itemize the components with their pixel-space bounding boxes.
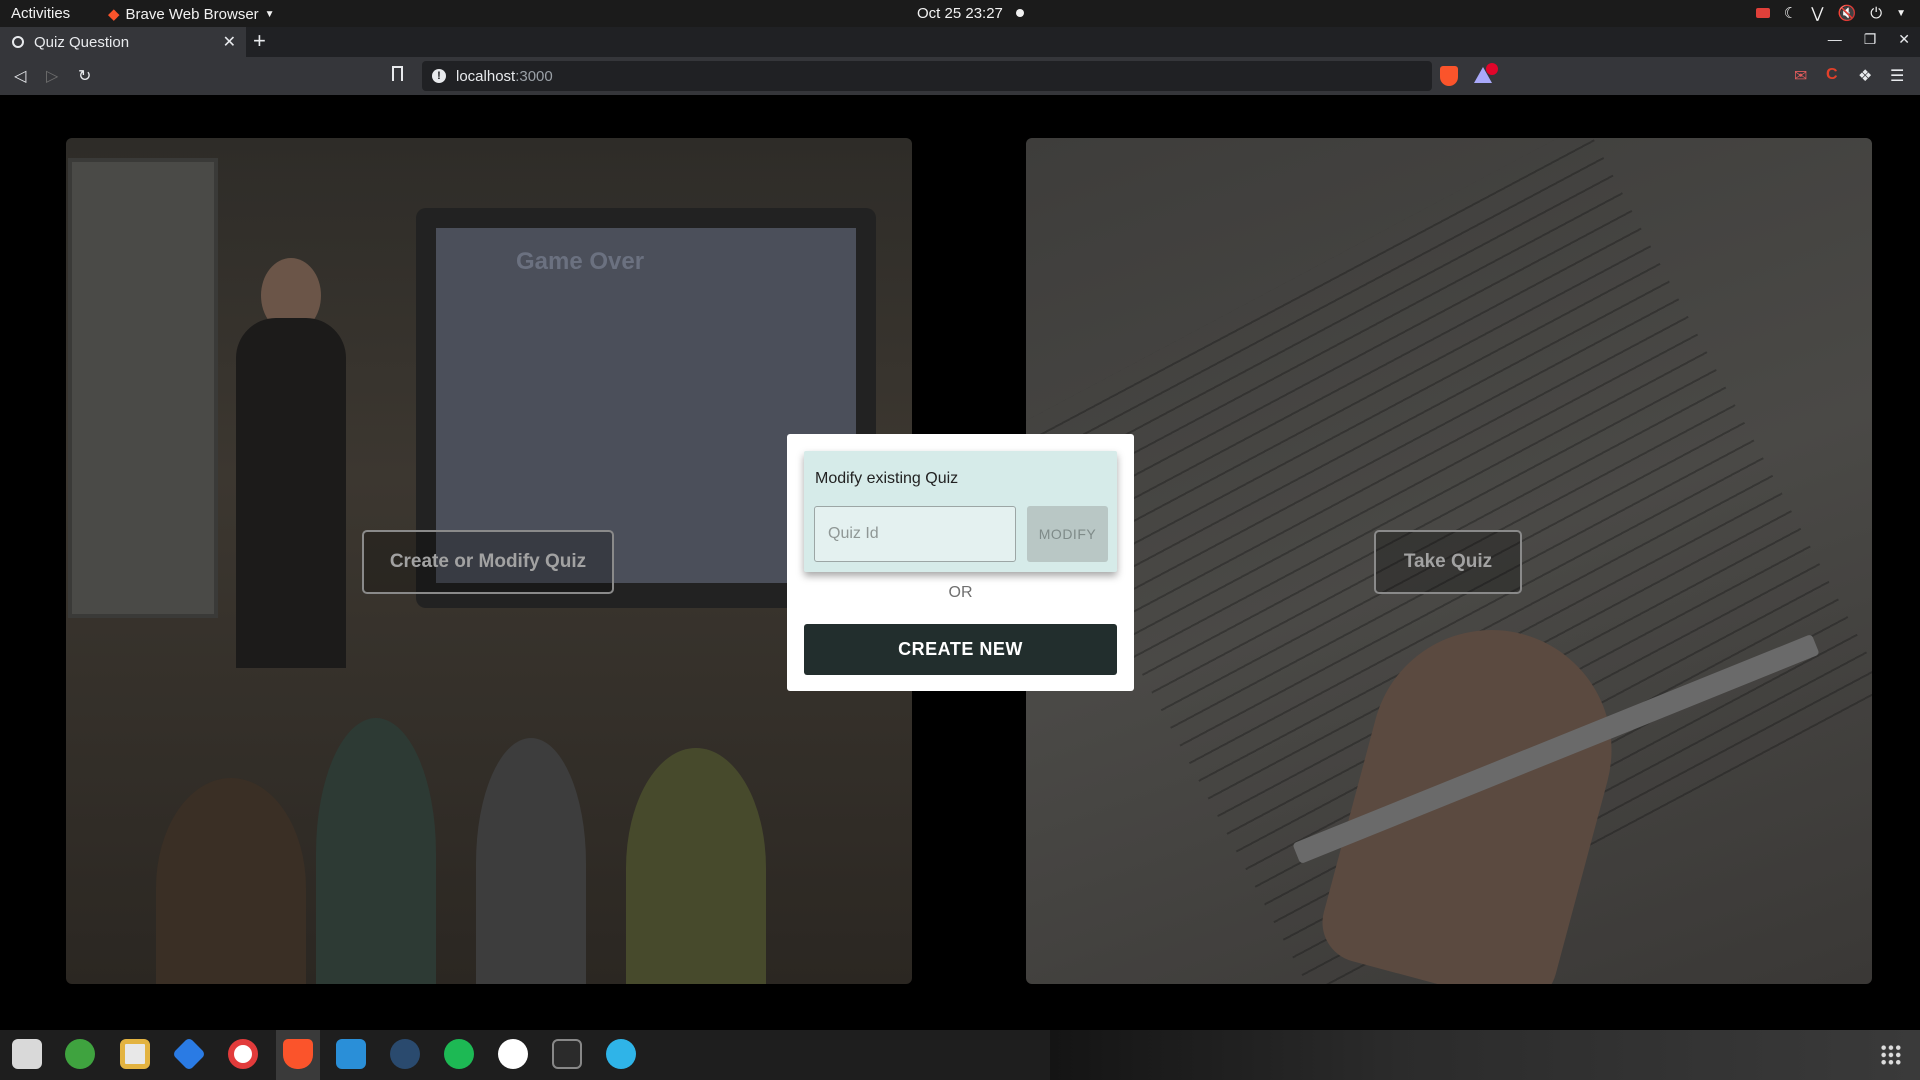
modify-quiz-card: Modify existing Quiz MODIFY [804,451,1117,572]
desktop-wallpaper [1050,1030,1920,1080]
settings-icon[interactable] [606,1039,636,1069]
rewards-badge [1486,63,1498,75]
create-new-button[interactable]: CREATE NEW [804,624,1117,675]
modify-button[interactable]: MODIFY [1027,506,1108,562]
show-apps-grid-icon[interactable] [1880,1044,1902,1066]
quiz-modal: Modify existing Quiz MODIFY OR CREATE NE… [787,434,1134,691]
extension-c-icon[interactable]: C [1826,66,1838,84]
restore-icon[interactable]: ❐ [1864,31,1877,48]
brave-rewards-icon[interactable] [1474,63,1498,83]
menu-icon[interactable]: ☰ [1890,66,1904,86]
network-icon[interactable]: ⋁ [1811,4,1823,22]
student-image [476,738,586,984]
browser-toolbar: ◁ ▷ ↻ ! localhost:3000 ✉ C ❖ ☰ [0,57,1920,95]
forward-icon[interactable]: ▷ [46,66,58,86]
address-bar[interactable]: ! localhost:3000 [422,61,1432,91]
terminal-icon[interactable] [552,1039,582,1069]
screen-game-over-text: Game Over [516,248,645,275]
globe-icon [12,36,24,48]
help-icon[interactable] [228,1039,258,1069]
files-icon[interactable] [12,1039,42,1069]
window-controls: — ❐ ✕ [1828,31,1910,48]
create-modify-panel[interactable]: Game Over Create or Modify Quiz [66,138,912,984]
modify-quiz-title: Modify existing Quiz [815,470,959,487]
teacher-figure-image [236,318,346,668]
volume-icon[interactable]: 🔇 [1838,4,1857,22]
extension-mail-icon[interactable]: ✉ [1794,66,1807,86]
url-port: :3000 [515,67,553,85]
site-info-icon[interactable]: ! [432,69,446,83]
brave-shields-icon[interactable] [1440,66,1458,86]
caret-down-icon: ▼ [264,8,275,20]
minimize-icon[interactable]: — [1828,31,1842,48]
app-menu[interactable]: ◆ Brave Web Browser ▼ [108,5,275,24]
take-quiz-panel[interactable]: Take Quiz [1026,138,1872,984]
tab-title: Quiz Question [34,33,130,51]
student-image [626,748,766,984]
activities-button[interactable]: Activities [11,5,70,22]
new-tab-button[interactable]: + [253,28,266,54]
app-menu-label: Brave Web Browser [125,5,259,23]
student-image [316,718,436,984]
vpn-icon[interactable] [172,1037,206,1071]
system-tray[interactable]: ☾ ⋁ 🔇 ⏻ ▼ [1755,4,1906,22]
brave-lion-icon: ◆ [108,6,120,23]
tab-bar: Quiz Question ✕ + — ❐ ✕ [0,27,1920,57]
notification-dot-icon [1016,9,1024,17]
create-or-modify-quiz-button[interactable]: Create or Modify Quiz [362,530,614,594]
clock[interactable]: Oct 25 23:27 [917,5,1003,22]
reload-icon[interactable]: ↻ [78,66,91,86]
vscode-icon[interactable] [336,1039,366,1069]
spotify-icon[interactable] [444,1039,474,1069]
night-light-icon[interactable]: ☾ [1784,4,1797,22]
take-quiz-button[interactable]: Take Quiz [1374,530,1522,594]
chevron-down-icon[interactable]: ▼ [1896,8,1906,19]
url-host: localhost [456,67,516,85]
taskbar-dock [0,1030,1920,1080]
bookmark-icon[interactable] [392,66,403,81]
extensions-puzzle-icon[interactable]: ❖ [1858,66,1872,86]
mongodb-icon[interactable] [498,1039,528,1069]
student-image [156,778,306,984]
screen-record-icon[interactable] [1755,8,1770,18]
utorrent-icon[interactable] [65,1039,95,1069]
system-top-bar: Activities ◆ Brave Web Browser ▼ Oct 25 … [0,0,1920,27]
classroom-whiteboard-image [68,158,218,618]
rhythmbox-icon[interactable] [120,1039,150,1069]
close-tab-icon[interactable]: ✕ [223,32,236,52]
power-icon[interactable]: ⏻ [1870,5,1882,22]
back-icon[interactable]: ◁ [14,66,26,86]
close-window-icon[interactable]: ✕ [1898,31,1910,48]
steam-icon[interactable] [390,1039,420,1069]
tab-quiz-question[interactable]: Quiz Question ✕ [0,27,246,57]
brave-icon[interactable] [283,1039,313,1069]
page-content: Game Over Create or Modify Quiz Take Qui… [0,95,1920,1030]
quiz-id-input[interactable] [814,506,1016,562]
or-divider-text: OR [948,584,973,601]
